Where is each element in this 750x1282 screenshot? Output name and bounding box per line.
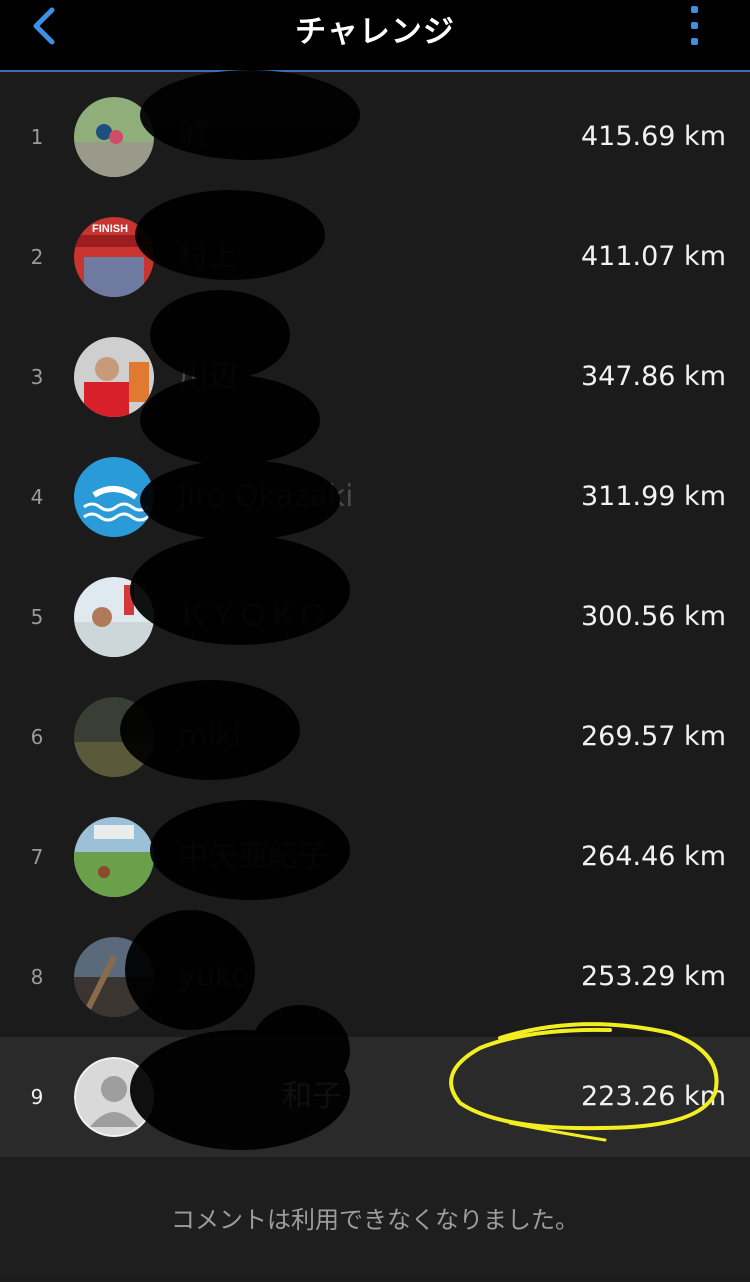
distance-value: 253.29 km <box>581 961 726 992</box>
rank-number: 9 <box>30 1085 44 1109</box>
more-menu-button[interactable] <box>682 6 706 52</box>
user-name: Jiro Okazaki <box>178 479 354 514</box>
distance-value: 411.07 km <box>581 241 726 272</box>
comments-disabled-notice: コメントは利用できなくなりました。 <box>0 1158 750 1276</box>
avatar <box>74 337 154 417</box>
rank-number: 4 <box>30 485 44 509</box>
avatar <box>74 457 154 537</box>
avatar <box>74 937 154 1017</box>
user-name: 和子 <box>282 1079 342 1114</box>
user-name: ＫＹＯＫＯ <box>178 599 328 634</box>
avatar: FINISH <box>74 217 154 297</box>
user-name: 川辺 <box>178 359 238 394</box>
distance-value: 269.57 km <box>581 721 726 752</box>
rank-number: 1 <box>30 125 44 149</box>
leaderboard-row[interactable]: 3 川辺 347.86 km <box>0 317 750 437</box>
page-title: チャレンジ <box>295 14 455 50</box>
leaderboard-row-current-user[interactable]: 9 和子 223.26 km <box>0 1037 750 1157</box>
more-vertical-icon <box>690 6 698 13</box>
user-name: 城 <box>178 119 208 154</box>
leaderboard-row[interactable]: 2 FINISH 村上 411.07 km <box>0 197 750 317</box>
leaderboard-list: 1 城 415.69 km 2 FINISH 村上 411.07 km 3 川辺… <box>0 77 750 1157</box>
default-avatar-icon <box>74 1057 154 1137</box>
rank-number: 6 <box>30 725 44 749</box>
rank-number: 7 <box>30 845 44 869</box>
avatar <box>74 817 154 897</box>
leaderboard-row[interactable]: 8 yuko 253.29 km <box>0 917 750 1037</box>
leaderboard-row[interactable]: 1 城 415.69 km <box>0 77 750 197</box>
distance-value: 347.86 km <box>581 361 726 392</box>
distance-value: 311.99 km <box>581 481 726 512</box>
user-name: 村上 <box>178 239 238 274</box>
user-name: yuko <box>178 959 250 994</box>
rank-number: 2 <box>30 245 44 269</box>
leaderboard-row[interactable]: 5 ＫＹＯＫＯ 300.56 km <box>0 557 750 677</box>
user-name: 中矢亜紀子 <box>178 839 328 874</box>
avatar <box>74 1057 154 1137</box>
avatar <box>74 577 154 657</box>
distance-value: 223.26 km <box>581 1081 726 1112</box>
user-name: miki <box>178 719 242 754</box>
rank-number: 3 <box>30 365 44 389</box>
app-header: チャレンジ <box>0 0 750 72</box>
leaderboard-row[interactable]: 6 miki 269.57 km <box>0 677 750 797</box>
distance-value: 415.69 km <box>581 121 726 152</box>
svg-text:FINISH: FINISH <box>92 223 128 235</box>
leaderboard-row[interactable]: 7 中矢亜紀子 264.46 km <box>0 797 750 917</box>
avatar <box>74 697 154 777</box>
avatar <box>74 97 154 177</box>
distance-value: 300.56 km <box>581 601 726 632</box>
rank-number: 8 <box>30 965 44 989</box>
distance-value: 264.46 km <box>581 841 726 872</box>
rank-number: 5 <box>30 605 44 629</box>
leaderboard-row[interactable]: 4 Jiro Okazaki 311.99 km <box>0 437 750 557</box>
